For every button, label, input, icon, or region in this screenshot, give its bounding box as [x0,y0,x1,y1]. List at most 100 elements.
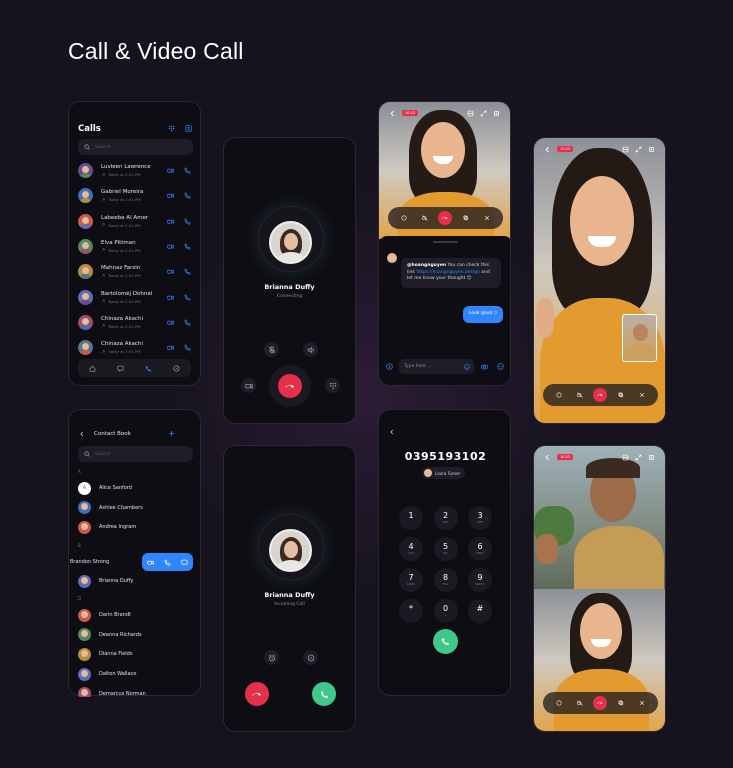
contact-row[interactable]: Dianna Fields [78,646,193,662]
phone-icon[interactable] [184,167,191,174]
contact-row[interactable]: Dalton Wallace [78,666,193,682]
video-toggle-button[interactable] [241,378,256,393]
message-button[interactable] [303,650,318,665]
decline-call-button[interactable] [245,682,269,706]
dial-key[interactable]: # [468,599,492,623]
chat-icon[interactable] [117,365,124,372]
phone-icon[interactable] [184,344,191,351]
back-icon[interactable] [544,454,551,461]
self-preview[interactable] [622,314,657,362]
dial-key[interactable]: 0 + [433,599,458,623]
back-icon[interactable] [389,110,396,117]
contact-info: Ashlee Chambers [99,505,191,511]
back-icon[interactable] [544,146,551,153]
call-log-row[interactable]: Bartolomëj Dohnal Today at 2:41 PM [78,285,191,310]
dial-key[interactable]: 7 PQRS [399,568,423,592]
expand-icon[interactable] [480,110,487,117]
call-log-row[interactable]: Chinaza Akachi Today at 2:41 PM [78,335,191,360]
phone-icon[interactable] [184,319,191,326]
flip-icon[interactable] [648,146,655,153]
contact-row[interactable]: Brianna Duffy [78,573,191,589]
call-log-row[interactable]: Mahnaz Farzin Today at 2:41 PM [78,259,191,284]
call-log-row[interactable]: Luvleen Lawrence Today at 2:41 PM [78,158,191,183]
accept-call-button[interactable] [312,682,336,706]
dial-key[interactable]: 1 [399,506,423,530]
copy-button[interactable] [459,211,473,225]
end-call-button[interactable] [593,388,608,402]
dial-key[interactable]: 2 ABC [433,506,458,530]
phone-icon[interactable] [184,192,191,199]
contact-row[interactable]: Deanna Richards [78,627,193,643]
contacts-icon[interactable] [185,125,192,132]
end-call-button[interactable] [278,374,302,398]
dial-key[interactable]: 6 MNO [468,537,492,561]
layout-icon[interactable] [467,110,474,117]
contact-row[interactable]: Demarcus Norman [78,686,193,697]
dial-key[interactable]: 5 JKL [433,537,458,561]
message-input[interactable]: Type here ... [399,359,474,374]
chat-button[interactable] [552,388,566,402]
close-button[interactable] [480,211,494,225]
layout-icon[interactable] [622,146,629,153]
dial-key[interactable]: * [399,599,423,623]
dial-key[interactable]: 3 DEF [468,506,492,530]
video-icon[interactable] [167,319,174,326]
contact-row[interactable]: A Alice Sanford [78,480,191,496]
expand-icon[interactable] [635,146,642,153]
matched-contact-chip[interactable]: Laura Turner [422,467,466,479]
dial-key[interactable]: 8 TUV [433,568,458,592]
phone-icon[interactable] [184,243,191,250]
drag-handle[interactable] [433,241,458,243]
video-toggle-button[interactable] [573,696,587,710]
send-icon[interactable] [386,363,393,370]
call-log-row[interactable]: Labeeba Al Amer Today at 2:41 PM [78,209,191,234]
dialpad-button[interactable] [325,378,340,393]
phone-icon[interactable] [184,268,191,275]
phone-icon[interactable] [145,365,152,372]
video-icon[interactable] [167,192,174,199]
home-icon[interactable] [89,365,96,372]
phone-icon[interactable] [184,218,191,225]
video-icon[interactable] [167,294,174,301]
video-icon[interactable] [167,243,174,250]
video-icon[interactable] [167,344,174,351]
message-link[interactable]: https://hoangnguyen.design [416,270,479,275]
contact-row[interactable]: Ashlee Chambers [78,500,191,516]
video-icon[interactable] [167,268,174,275]
call-log-row[interactable]: Chinaza Akachi Today at 2:41 PM [78,310,191,335]
flip-icon[interactable] [648,454,655,461]
flip-icon[interactable] [493,110,500,117]
dial-key[interactable]: 4 GHI [399,537,423,561]
dial-call-button[interactable] [433,629,458,654]
speaker-button[interactable] [303,342,318,357]
video-icon[interactable] [167,167,174,174]
chat-button[interactable] [397,211,411,225]
dial-key[interactable]: 9 WXYZ [468,568,492,592]
compass-icon[interactable] [173,364,180,372]
close-button[interactable] [635,696,649,710]
layout-icon[interactable] [622,454,629,461]
back-icon[interactable] [389,429,395,435]
close-button[interactable] [635,388,649,402]
phone-icon[interactable] [184,293,191,301]
camera-icon[interactable] [481,363,488,370]
end-call-button[interactable] [438,211,453,225]
remind-me-button[interactable] [264,650,279,665]
contact-row[interactable]: Andrea Ingram [78,519,191,535]
mute-button[interactable] [264,342,279,357]
chat-button[interactable] [552,696,566,710]
video-icon[interactable] [167,218,174,225]
end-call-button[interactable] [593,696,608,710]
dialpad-icon[interactable] [168,125,175,132]
copy-button[interactable] [614,696,628,710]
more-icon[interactable] [497,363,504,370]
call-log-row[interactable]: Gabriel Moreira Today at 2:41 PM [78,183,191,208]
contact-row[interactable]: Darin Brandt [78,607,193,623]
calls-search-input[interactable]: Search [78,139,193,155]
video-toggle-button[interactable] [418,211,432,225]
expand-icon[interactable] [635,454,642,461]
emoji-icon[interactable] [464,363,470,370]
copy-button[interactable] [614,388,628,402]
video-toggle-button[interactable] [573,388,587,402]
call-log-row[interactable]: Elva Pittman Today at 2:41 PM [78,234,191,259]
